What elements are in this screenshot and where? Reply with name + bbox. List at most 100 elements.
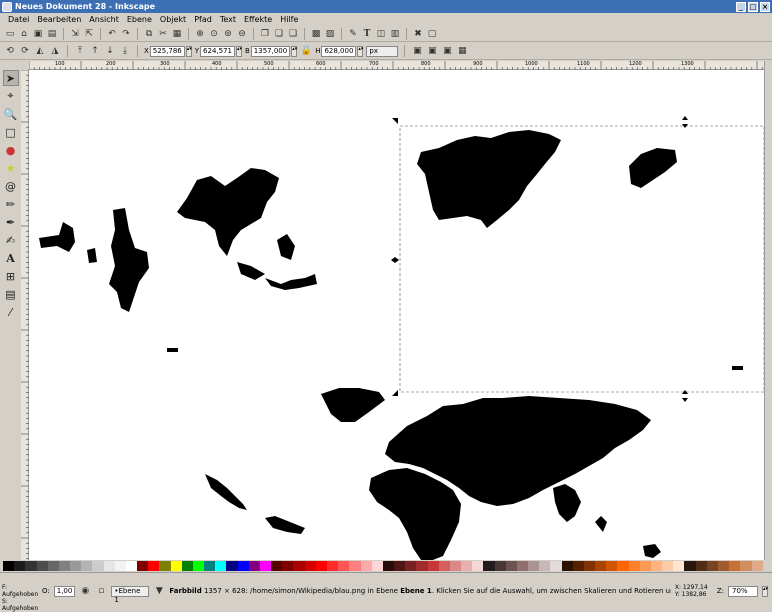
- color-palette[interactable]: [3, 561, 763, 571]
- menu-effekte[interactable]: Effekte: [240, 15, 276, 24]
- palette-swatch[interactable]: [583, 561, 596, 571]
- import-icon[interactable]: ⇲: [69, 28, 81, 40]
- ellipse-tool-icon[interactable]: ●: [3, 142, 19, 158]
- palette-swatch[interactable]: [695, 561, 707, 571]
- save-icon[interactable]: ▣: [32, 28, 44, 40]
- text-tool-icon[interactable]: A: [3, 250, 19, 266]
- pencil-tool-icon[interactable]: ✏: [3, 196, 19, 212]
- calligraphy-tool-icon[interactable]: ✍: [3, 232, 19, 248]
- menu-pfad[interactable]: Pfad: [190, 15, 216, 24]
- horizontal-scrollbar[interactable]: [0, 572, 772, 581]
- palette-swatch[interactable]: [494, 561, 506, 571]
- palette-swatch[interactable]: [114, 561, 126, 571]
- gradient-tool-icon[interactable]: ▤: [3, 286, 19, 302]
- menu-bearbeiten[interactable]: Bearbeiten: [33, 15, 85, 24]
- palette-swatch[interactable]: [472, 561, 484, 571]
- dropper-tool-icon[interactable]: ⁄: [3, 304, 19, 320]
- minimize-button[interactable]: _: [736, 1, 746, 12]
- selector-tool-icon[interactable]: ➤: [2, 70, 19, 86]
- height-spinner[interactable]: ▴▾: [357, 45, 363, 57]
- zoom-spinner[interactable]: ▴▾: [762, 585, 768, 597]
- move-gradients-icon[interactable]: ▣: [441, 45, 453, 57]
- ungroup-icon[interactable]: ▨: [324, 28, 336, 40]
- cut-icon[interactable]: ✂: [157, 28, 169, 40]
- zoom-drawing-icon[interactable]: ⊙: [208, 28, 220, 40]
- y-spinner[interactable]: ▴▾: [235, 45, 242, 57]
- eye-icon[interactable]: ◉: [79, 585, 91, 597]
- palette-swatch[interactable]: [271, 561, 283, 571]
- palette-swatch[interactable]: [550, 561, 562, 571]
- palette-swatch[interactable]: [751, 561, 763, 571]
- preferences-icon[interactable]: ✖: [412, 28, 424, 40]
- unlink-clone-icon[interactable]: ❑: [287, 28, 299, 40]
- palette-swatch[interactable]: [360, 561, 372, 571]
- width-input[interactable]: 1357,000: [250, 45, 291, 57]
- spiral-tool-icon[interactable]: @: [3, 178, 19, 194]
- palette-swatch[interactable]: [505, 561, 517, 571]
- print-icon[interactable]: ▤: [46, 28, 58, 40]
- palette-swatch[interactable]: [528, 561, 540, 571]
- scale-corners-icon[interactable]: ▣: [426, 45, 438, 57]
- palette-swatch[interactable]: [36, 561, 48, 571]
- palette-swatch[interactable]: [170, 561, 182, 571]
- palette-swatch[interactable]: [3, 561, 15, 571]
- move-patterns-icon[interactable]: ▦: [456, 45, 468, 57]
- raise-to-top-icon[interactable]: ⤒: [74, 45, 86, 57]
- palette-swatch[interactable]: [628, 561, 640, 571]
- palette-swatch[interactable]: [606, 561, 618, 571]
- zoom-tool-icon[interactable]: 🔍: [3, 106, 19, 122]
- palette-swatch[interactable]: [259, 561, 272, 571]
- palette-swatch[interactable]: [572, 561, 584, 571]
- clone-icon[interactable]: ❏: [273, 28, 285, 40]
- x-spinner[interactable]: ▴▾: [185, 45, 192, 57]
- y-input[interactable]: 624,571: [200, 45, 235, 57]
- paste-icon[interactable]: ▦: [171, 28, 183, 40]
- lower-to-bottom-icon[interactable]: ⤓: [119, 45, 131, 57]
- lock-layer-icon[interactable]: ▫: [95, 585, 107, 597]
- document-properties-icon[interactable]: ▢: [426, 28, 438, 40]
- menu-datei[interactable]: Datei: [4, 15, 33, 24]
- duplicate-icon[interactable]: ❐: [259, 28, 271, 40]
- connector-tool-icon[interactable]: ⊞: [3, 268, 19, 284]
- open-icon[interactable]: ⌂: [18, 28, 30, 40]
- palette-swatch[interactable]: [639, 561, 651, 571]
- palette-swatch[interactable]: [349, 561, 361, 571]
- width-spinner[interactable]: ▴▾: [291, 45, 297, 57]
- palette-swatch[interactable]: [394, 561, 406, 571]
- menu-text[interactable]: Text: [216, 15, 240, 24]
- palette-swatch[interactable]: [617, 561, 629, 571]
- palette-swatch[interactable]: [405, 561, 417, 571]
- pen-tool-icon[interactable]: ✒: [3, 214, 19, 230]
- menu-ebene[interactable]: Ebene: [123, 15, 156, 24]
- palette-swatch[interactable]: [338, 561, 350, 571]
- raise-icon[interactable]: ↑: [89, 45, 101, 57]
- palette-swatch[interactable]: [237, 561, 249, 571]
- new-document-icon[interactable]: ▭: [4, 28, 16, 40]
- maximize-button[interactable]: □: [748, 1, 758, 12]
- palette-swatch[interactable]: [282, 561, 294, 571]
- palette-swatch[interactable]: [159, 561, 171, 571]
- rectangle-tool-icon[interactable]: □: [3, 124, 19, 140]
- palette-swatch[interactable]: [315, 561, 327, 571]
- menu-ansicht[interactable]: Ansicht: [85, 15, 123, 24]
- palette-swatch[interactable]: [449, 561, 462, 571]
- rotate-ccw-icon[interactable]: ⟲: [4, 45, 16, 57]
- menu-hilfe[interactable]: Hilfe: [276, 15, 302, 24]
- rotate-cw-icon[interactable]: ⟳: [19, 45, 31, 57]
- unit-select[interactable]: px: [366, 45, 399, 57]
- zoom-width-icon[interactable]: ⊖: [236, 28, 248, 40]
- menu-objekt[interactable]: Objekt: [156, 15, 190, 24]
- flip-vertical-icon[interactable]: ◮: [49, 45, 61, 57]
- export-icon[interactable]: ⇱: [83, 28, 95, 40]
- palette-swatch[interactable]: [81, 561, 93, 571]
- copy-icon[interactable]: ⧉: [143, 28, 155, 40]
- palette-swatch[interactable]: [706, 561, 718, 571]
- scale-stroke-icon[interactable]: ▣: [411, 45, 423, 57]
- palette-swatch[interactable]: [226, 561, 238, 571]
- palette-swatch[interactable]: [427, 561, 439, 571]
- palette-swatch[interactable]: [47, 561, 59, 571]
- palette-swatch[interactable]: [595, 561, 607, 571]
- palette-swatch[interactable]: [137, 561, 149, 571]
- zoom-input[interactable]: 70%: [728, 585, 758, 597]
- palette-swatch[interactable]: [215, 561, 227, 571]
